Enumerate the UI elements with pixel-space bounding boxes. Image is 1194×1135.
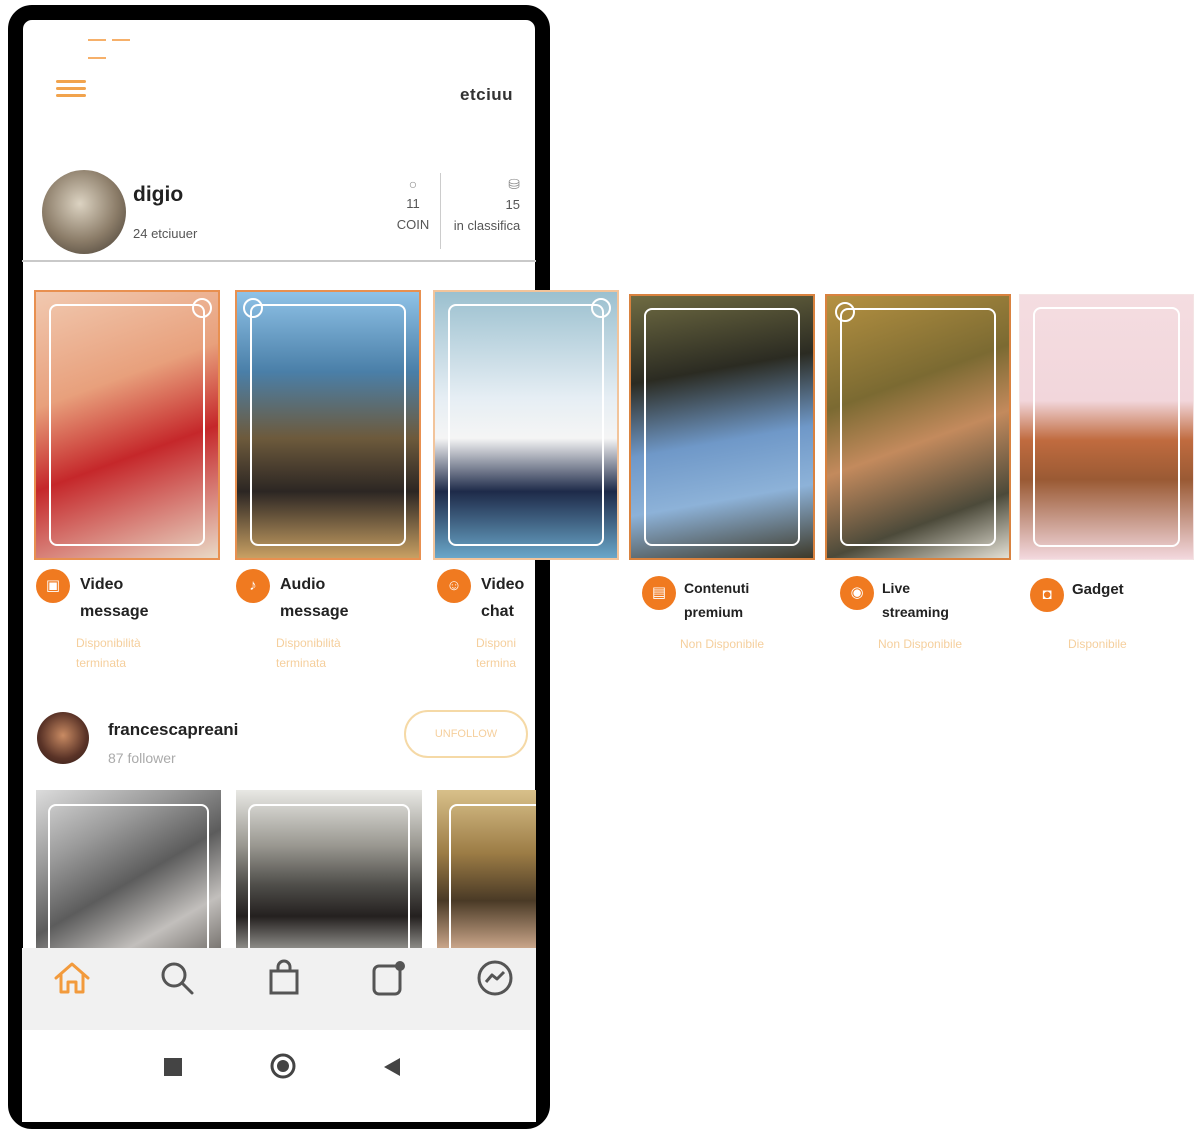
service-title-premium-content[interactable]: Contenuti premium [684,576,749,624]
coin-icon: ○ [408,176,418,192]
premium-content-icon: ▤ [642,576,676,610]
service-card-gadget[interactable] [1019,294,1194,560]
recents-square-icon[interactable] [164,1058,182,1076]
coin-stat[interactable]: ○ 11 COIN [390,176,436,232]
video-message-icon: ▣ [36,569,70,603]
card-frame [840,308,996,546]
card-frame [49,304,205,546]
service-status-video-message: Disponibilità terminata [76,636,141,670]
unfollow-button[interactable]: UNFOLLOW [404,710,528,758]
notifications-icon[interactable] [368,958,408,998]
service-status-audio-message: Disponibilità terminata [276,636,341,670]
service-title-video-message[interactable]: Video message [80,571,149,625]
ranking-value: 15 [505,197,520,212]
card-frame [448,304,604,546]
search-icon[interactable] [157,958,197,998]
brand-badge-icon [243,298,263,318]
service-status-live-streaming: Non Disponibile [878,637,963,651]
card-frame [250,304,406,546]
brand-badge-icon [192,298,212,318]
service-status-video-chat: Disponi termina [476,636,517,670]
suggested-user-followers: 87 follower [108,750,176,766]
post-thumbnail[interactable] [36,790,221,948]
home-circle-icon[interactable] [270,1053,296,1079]
service-card-video-message[interactable] [34,290,220,560]
service-status-gadget: Disponibile [1068,637,1127,651]
suggested-user-name[interactable]: francescapreani [108,720,238,740]
profile-follower-count: 24 etciuuer [133,226,198,241]
service-card-premium-content[interactable] [629,294,815,560]
profile-username: digio [133,183,184,206]
live-streaming-icon: ◉ [840,576,874,610]
service-card-live-streaming[interactable] [825,294,1011,560]
service-title-live-streaming[interactable]: Live streaming [882,576,949,624]
card-frame [449,804,536,948]
ranking-label: in classifica [453,218,521,233]
brand-badge-icon [835,302,855,322]
service-title-gadget[interactable]: Gadget [1072,578,1124,602]
service-title-video-chat[interactable]: Video chat [481,571,524,625]
service-status-premium-content: Non Disponibile [680,637,765,651]
stat-divider [440,173,441,249]
shopping-bag-icon[interactable] [264,958,304,998]
service-title-audio-message[interactable]: Audio message [280,571,349,625]
post-thumbnail[interactable] [437,790,536,948]
trophy-icon: ⛁ [508,176,520,192]
status-bar-indicator [88,28,158,59]
ranking-stat[interactable]: ⛁ 15 in classifica [448,176,526,233]
service-card-audio-message[interactable] [235,290,421,560]
app-logo: etciuu [460,85,514,104]
card-frame [644,308,800,546]
messenger-icon[interactable] [475,958,515,998]
card-frame [48,804,209,948]
hamburger-menu-icon[interactable] [56,76,86,106]
back-triangle-icon[interactable] [382,1056,402,1078]
profile-avatar[interactable] [42,170,126,254]
service-card-video-chat[interactable] [433,290,619,560]
card-frame [1033,307,1180,547]
section-divider [22,260,536,262]
coin-label: COIN [396,217,430,232]
home-icon[interactable] [52,958,92,998]
suggested-user-avatar[interactable] [37,712,89,764]
gadget-bag-icon: ◘ [1030,578,1064,612]
coin-value: 11 [406,196,420,211]
brand-badge-icon [591,298,611,318]
card-frame [248,804,410,948]
microphone-icon: ♪ [236,569,270,603]
post-thumbnail[interactable] [236,790,422,948]
video-chat-icon: ☺ [437,569,471,603]
